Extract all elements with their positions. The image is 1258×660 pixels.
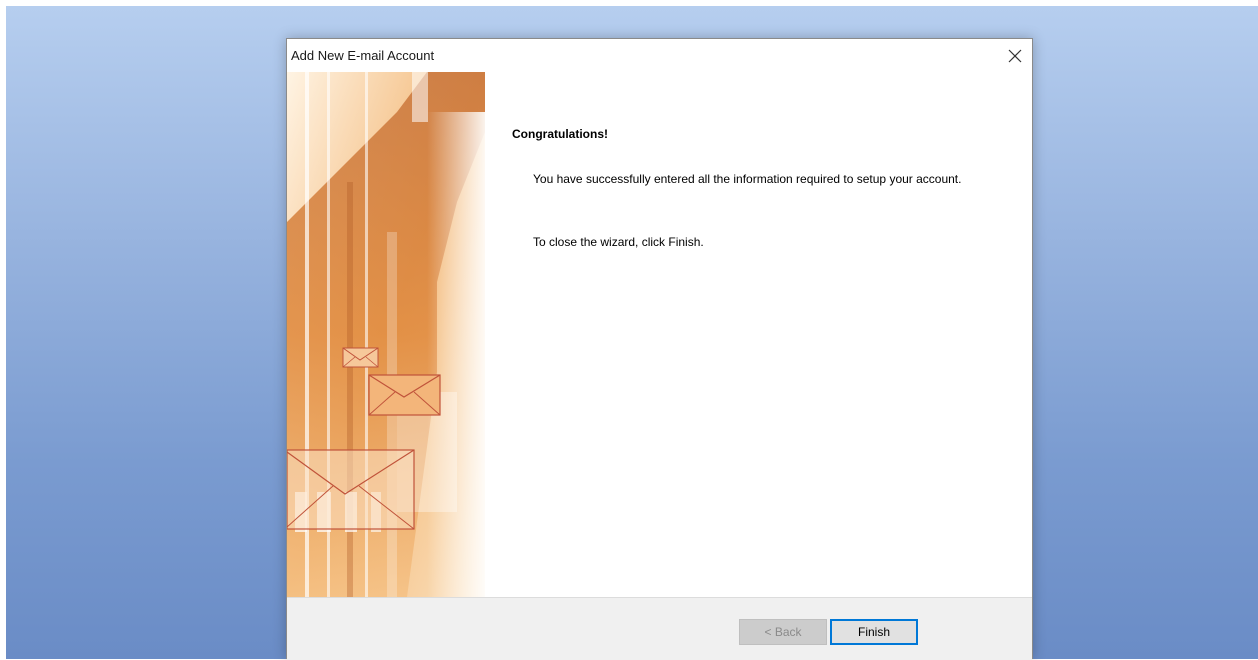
back-button[interactable]: < Back bbox=[739, 619, 827, 645]
wizard-content-panel: Congratulations! You have successfully e… bbox=[485, 72, 1032, 597]
success-message: You have successfully entered all the in… bbox=[533, 172, 962, 186]
wizard-side-banner bbox=[287, 72, 485, 597]
medium-envelope-icon bbox=[368, 374, 441, 416]
close-icon bbox=[1008, 49, 1022, 62]
finish-button[interactable]: Finish bbox=[830, 619, 918, 645]
wizard-footer: < Back Finish bbox=[287, 597, 1032, 660]
large-envelope-icon bbox=[287, 449, 415, 530]
window-title: Add New E-mail Account bbox=[291, 48, 435, 63]
desktop: Add New E-mail Account Congratulations! … bbox=[0, 0, 1258, 660]
add-email-account-dialog: Add New E-mail Account Congratulations! … bbox=[286, 38, 1033, 660]
envelope-banner-graphic bbox=[287, 72, 485, 597]
title-bar[interactable]: Add New E-mail Account bbox=[287, 39, 1032, 72]
small-envelope-icon bbox=[342, 347, 379, 368]
close-instruction: To close the wizard, click Finish. bbox=[533, 235, 704, 249]
close-button[interactable] bbox=[998, 39, 1032, 72]
congratulations-heading: Congratulations! bbox=[512, 127, 608, 141]
